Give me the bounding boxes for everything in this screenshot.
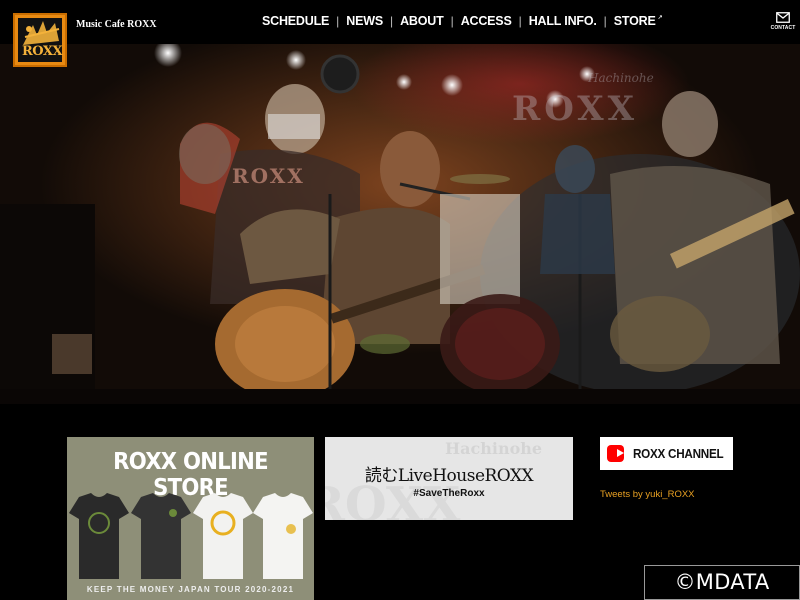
hero-photo-illustration (0, 44, 800, 404)
nav-about-label: ABOUT (400, 14, 444, 28)
online-store-banner[interactable]: ROXX ONLINE STORE KEEP THE MONEY JAPAN T… (67, 437, 314, 600)
white-tshirt-back-image (253, 493, 313, 579)
read-banner-subtitle: #SaveTheRoxx (413, 488, 485, 499)
site-name: Music Cafe ROXX (76, 19, 157, 30)
contact-button[interactable]: CONTACT (770, 12, 796, 31)
roxx-logo[interactable]: ROXX (13, 13, 67, 67)
youtube-icon (607, 445, 624, 462)
nav-about[interactable]: ABOUT (400, 14, 444, 28)
hero-sign-small-text: Hachinohe (588, 71, 654, 85)
nav-news[interactable]: NEWS (346, 14, 383, 28)
hero-sign-text: ROXX (512, 89, 639, 129)
envelope-icon (776, 12, 790, 23)
read-banner-title: 読むLiveHouseROXX (364, 466, 534, 486)
logo-emblem-icon (23, 21, 60, 45)
nav-schedule[interactable]: SCHEDULE (262, 14, 329, 28)
black-tshirt-back-image (131, 493, 191, 579)
copyright-watermark: ©MDATA (644, 565, 800, 600)
nav-separator: | (389, 14, 394, 28)
nav-news-label: NEWS (346, 14, 383, 28)
site-header: Music Cafe ROXX SCHEDULE | NEWS | ABOUT … (0, 0, 800, 44)
tweets-link[interactable]: Tweets by yuki_ROXX (600, 489, 695, 500)
external-link-icon: ↗ (657, 14, 663, 21)
contact-label: CONTACT (770, 25, 796, 31)
store-banner-subtitle: KEEP THE MONEY JAPAN TOUR 2020-2021 (86, 585, 295, 594)
logo-text: ROXX (21, 44, 63, 59)
nav-hall-info[interactable]: HALL INFO. (529, 14, 597, 28)
nav-separator: | (336, 14, 340, 28)
black-tshirt-image (69, 493, 129, 579)
nav-hall-info-label: HALL INFO. (528, 14, 597, 28)
nav-access[interactable]: ACCESS (461, 14, 512, 28)
read-livehouse-banner[interactable]: Hachinohe ROXX 読むLiveHouseROXX #SaveTheR… (325, 437, 573, 520)
roxx-channel-button[interactable]: ROXX CHANNEL (600, 437, 733, 470)
nav-access-label: ACCESS (460, 14, 512, 28)
nav-store-label: STORE (613, 14, 656, 28)
roxx-channel-label: ROXX CHANNEL (632, 446, 724, 461)
white-tshirt-image (193, 493, 253, 579)
main-nav: SCHEDULE | NEWS | ABOUT | ACCESS | HALL … (262, 14, 663, 28)
nav-separator: | (518, 14, 522, 28)
read-banner-bg-text: Hachinohe (445, 439, 543, 458)
nav-separator: | (603, 14, 607, 28)
nav-separator: | (450, 14, 454, 28)
hero-shirt-text: ROXX (232, 164, 305, 188)
nav-schedule-label: SCHEDULE (262, 14, 330, 28)
hero-image: Hachinohe ROXX ROXX (0, 44, 800, 404)
nav-store[interactable]: STORE ↗ (614, 14, 663, 28)
